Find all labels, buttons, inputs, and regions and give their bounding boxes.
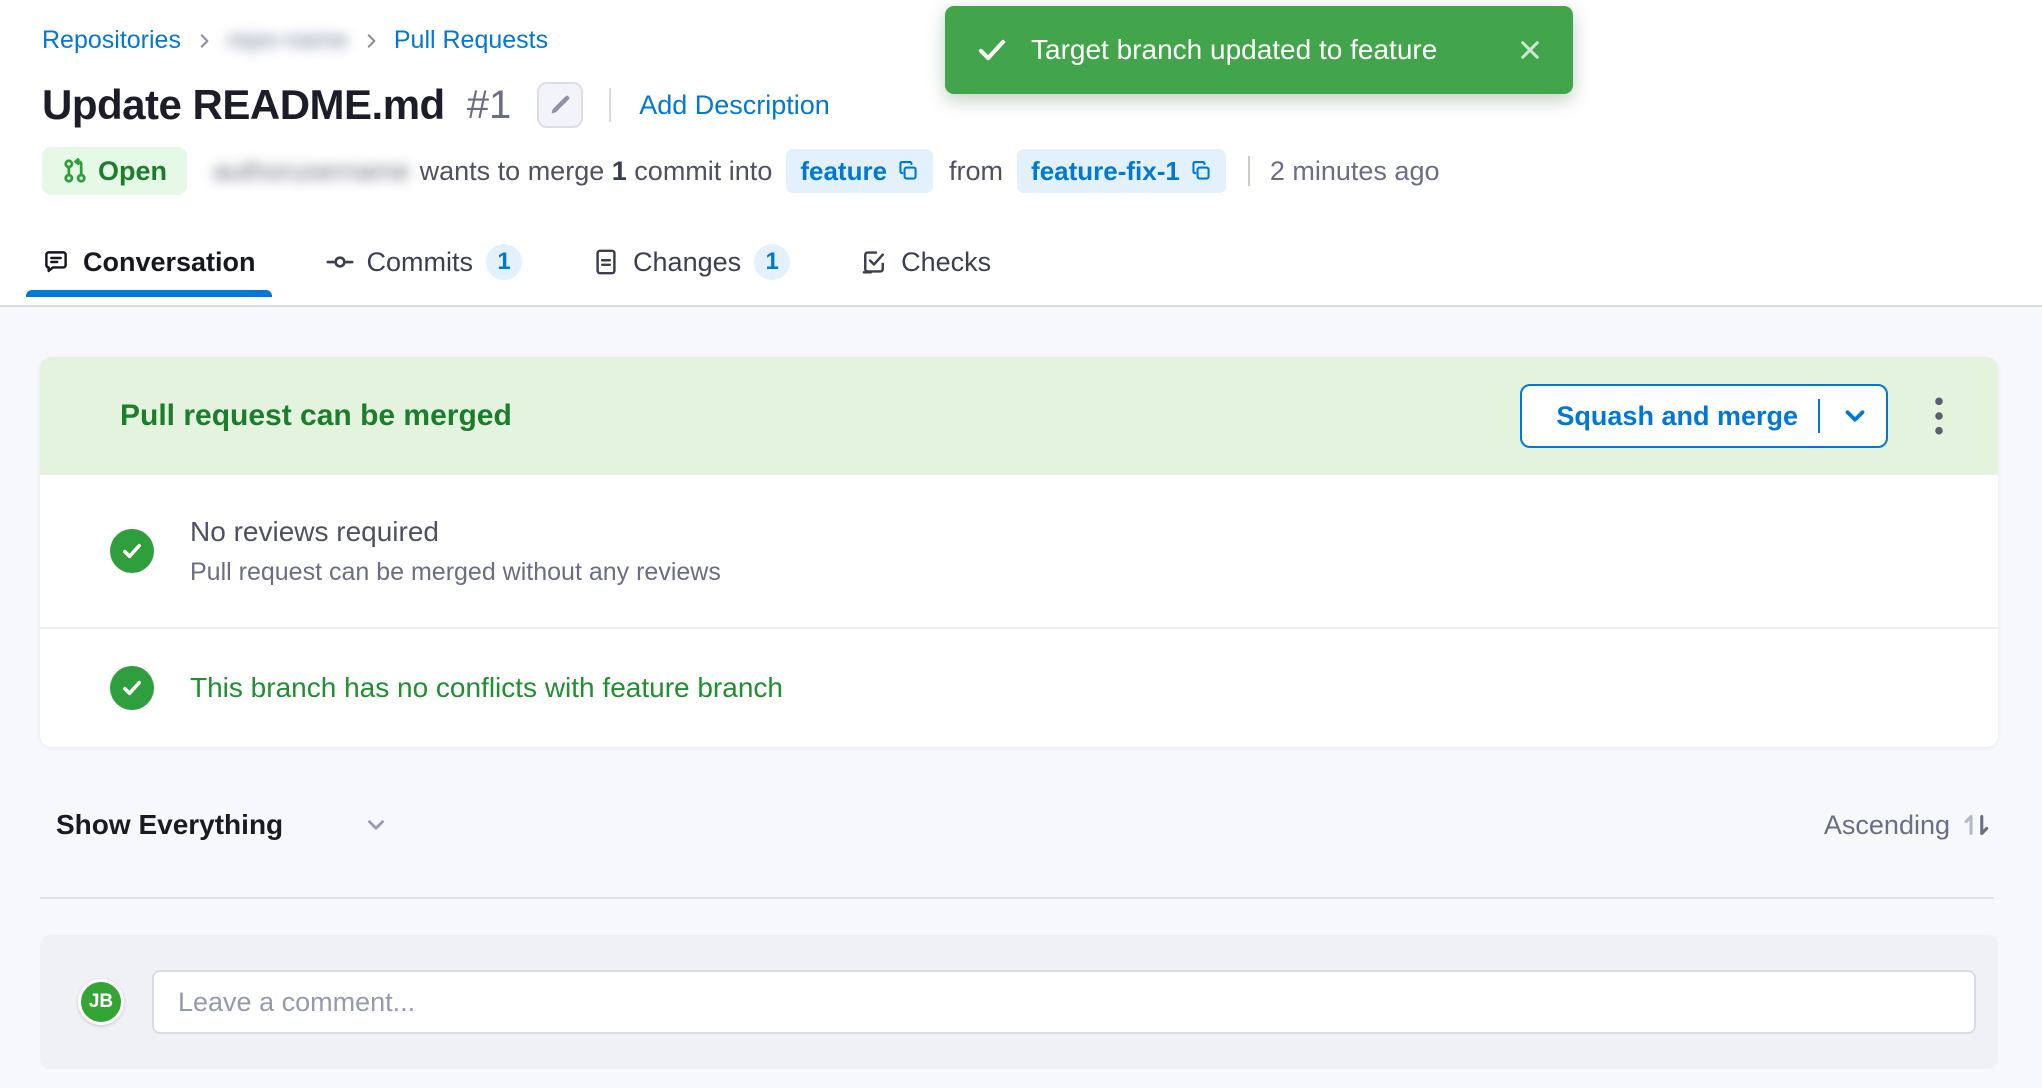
from-label: from	[949, 156, 1003, 187]
reviews-check-row: No reviews required Pull request can be …	[40, 475, 1998, 627]
reviews-check-subtitle: Pull request can be merged without any r…	[190, 558, 721, 587]
divider	[1248, 156, 1250, 186]
breadcrumb-repositories[interactable]: Repositories	[42, 26, 181, 55]
tab-checks[interactable]: Checks	[844, 229, 1007, 295]
tab-changes[interactable]: Changes 1	[576, 229, 806, 295]
changes-count-badge: 1	[754, 244, 790, 280]
reviews-check-title: No reviews required	[190, 516, 721, 548]
divider	[40, 897, 1994, 899]
sort-order-button[interactable]: Ascending	[1824, 808, 1994, 842]
commit-icon	[326, 248, 354, 276]
target-branch-chip[interactable]: feature	[786, 149, 933, 193]
pencil-icon	[548, 93, 572, 117]
merge-banner-title: Pull request can be merged	[120, 399, 512, 433]
conflicts-check-title: This branch has no conflicts with featur…	[190, 672, 783, 704]
check-icon	[975, 33, 1009, 67]
close-icon[interactable]	[1517, 37, 1543, 63]
commits-count-badge: 1	[486, 244, 522, 280]
conflicts-check-row: This branch has no conflicts with featur…	[40, 629, 1998, 747]
merge-status-card: Pull request can be merged Squash and me…	[40, 357, 1998, 747]
filter-label: Show Everything	[56, 809, 283, 841]
pr-author-redacted: authorusername	[213, 156, 410, 187]
source-branch-chip[interactable]: feature-fix-1	[1017, 149, 1226, 193]
pr-number: #1	[467, 83, 512, 128]
file-icon	[592, 248, 620, 276]
pr-title: Update README.md	[42, 81, 445, 129]
pr-state-badge: Open	[42, 147, 187, 195]
tab-label: Conversation	[83, 247, 256, 278]
chevron-down-icon[interactable]	[1840, 401, 1870, 431]
conversation-panel: Pull request can be merged Squash and me…	[0, 307, 2042, 1088]
squash-and-merge-button[interactable]: Squash and merge	[1520, 384, 1888, 448]
merge-banner: Pull request can be merged Squash and me…	[40, 357, 1998, 475]
edit-title-button[interactable]	[537, 82, 583, 128]
chevron-right-icon	[362, 32, 380, 50]
tab-label: Checks	[901, 247, 991, 278]
merge-button-label: Squash and merge	[1556, 401, 1798, 432]
add-description-link[interactable]: Add Description	[639, 90, 830, 121]
sort-arrows-icon	[1960, 808, 1994, 842]
source-branch-name[interactable]: feature-fix-1	[1031, 156, 1180, 187]
breadcrumb-repository-redacted[interactable]: repo-name	[227, 26, 348, 55]
tab-conversation[interactable]: Conversation	[26, 229, 272, 295]
tab-label: Changes	[633, 247, 741, 278]
copy-icon[interactable]	[897, 160, 919, 182]
avatar: JB	[78, 979, 124, 1025]
comment-panel: JB	[40, 935, 1998, 1069]
git-pull-request-icon	[62, 158, 88, 184]
tab-label: Commits	[367, 247, 474, 278]
merge-text: wants to merge 1 commit into	[420, 156, 773, 187]
success-check-icon	[110, 666, 154, 710]
commit-count: 1	[612, 156, 627, 186]
copy-icon[interactable]	[1190, 160, 1212, 182]
success-check-icon	[110, 529, 154, 573]
toast-notification: Target branch updated to feature	[945, 6, 1573, 94]
pr-meta-row: Open authorusername wants to merge 1 com…	[42, 147, 2042, 195]
timeline-controls: Show Everything Ascending	[56, 799, 1994, 851]
target-branch-name[interactable]: feature	[800, 156, 887, 187]
toast-message: Target branch updated to feature	[1031, 34, 1437, 66]
tab-commits[interactable]: Commits 1	[310, 229, 539, 295]
divider	[1818, 399, 1820, 433]
chevron-right-icon	[195, 32, 213, 50]
comment-input[interactable]	[152, 970, 1976, 1034]
chevron-down-icon	[363, 812, 389, 838]
more-options-button[interactable]	[1924, 388, 1954, 444]
divider	[609, 88, 611, 122]
pr-tabs: Conversation Commits 1 Changes 1	[26, 229, 2042, 295]
conversation-icon	[42, 248, 70, 276]
show-everything-dropdown[interactable]: Show Everything	[56, 809, 389, 841]
pr-state-label: Open	[98, 156, 167, 187]
checks-icon	[860, 248, 888, 276]
pr-created-time: 2 minutes ago	[1270, 156, 1440, 187]
kebab-menu-icon	[1932, 396, 1946, 436]
breadcrumb-pull-requests[interactable]: Pull Requests	[394, 26, 548, 55]
sort-label: Ascending	[1824, 810, 1950, 841]
